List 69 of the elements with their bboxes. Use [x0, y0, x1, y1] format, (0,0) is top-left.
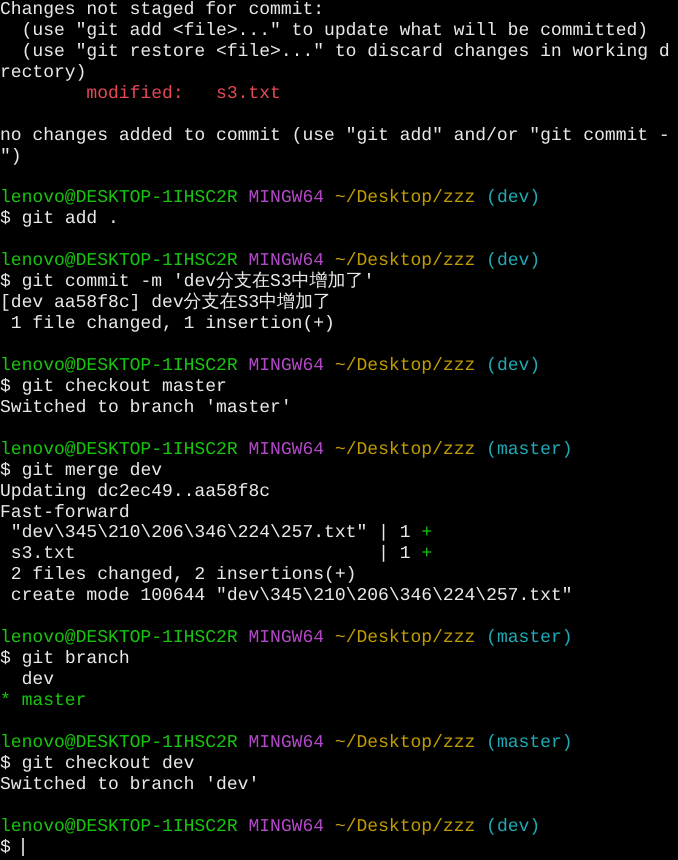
- git-branch: (dev): [486, 188, 540, 208]
- shell-name: MINGW64: [248, 251, 324, 272]
- git-branch: (dev): [486, 251, 540, 272]
- git-branch: (dev): [486, 356, 540, 376]
- insertion-mark: +: [421, 523, 432, 544]
- prompt-symbol: $: [0, 376, 11, 397]
- output-line: Switched to branch 'dev': [0, 774, 260, 795]
- user-host: lenovo@DESKTOP-1IHSC2R: [0, 816, 238, 837]
- shell-name: MINGW64: [248, 356, 324, 376]
- prompt-symbol: $: [0, 460, 11, 481]
- branch-name: dev: [22, 670, 54, 690]
- current-path: ~/Desktop/zzz: [334, 251, 476, 272]
- prompt-symbol: $: [0, 649, 11, 670]
- user-host: lenovo@DESKTOP-1IHSC2R: [0, 251, 238, 272]
- git-branch: (master): [486, 628, 573, 648]
- current-path: ~/Desktop/zzz: [334, 188, 476, 208]
- user-host: lenovo@DESKTOP-1IHSC2R: [0, 356, 238, 376]
- shell-name: MINGW64: [248, 816, 324, 837]
- current-path: ~/Desktop/zzz: [334, 816, 476, 837]
- shell-name: MINGW64: [248, 188, 324, 208]
- command-text: git commit -m 'dev分支在S3中增加了': [22, 272, 374, 292]
- prompt-symbol: $: [0, 838, 11, 858]
- file-name: s3.txt: [10, 544, 77, 566]
- git-branch: (master): [486, 732, 573, 753]
- text-cursor: [22, 838, 24, 856]
- prompt-symbol: $: [0, 754, 11, 774]
- change-count: 1: [400, 523, 410, 544]
- user-host: lenovo@DESKTOP-1IHSC2R: [0, 732, 238, 753]
- current-path: ~/Desktop/zzz: [334, 356, 476, 376]
- current-path: ~/Desktop/zzz: [334, 440, 476, 460]
- git-branch: (master): [486, 440, 573, 460]
- output-line: Fast-forward: [0, 502, 130, 522]
- output-line: rectory): [0, 62, 86, 83]
- file-name: s3.txt: [216, 84, 281, 104]
- command-text: git branch: [22, 649, 130, 670]
- output-line: (use "git add <file>..." to update what will be committed): [22, 20, 648, 41]
- shell-name: MINGW64: [248, 440, 324, 460]
- prompt-symbol: $: [0, 209, 11, 230]
- diff-separator: |: [378, 544, 389, 564]
- output-line: Updating dc2ec49..aa58f8c: [0, 482, 270, 502]
- user-host: lenovo@DESKTOP-1IHSC2R: [0, 188, 238, 208]
- user-host: lenovo@DESKTOP-1IHSC2R: [0, 628, 238, 648]
- git-branch: (dev): [486, 816, 540, 837]
- output-line: create mode 100644 "dev\345\210\206\346\224\257.txt": [10, 586, 572, 606]
- status-label: modified:: [86, 84, 185, 105]
- shell-name: MINGW64: [248, 732, 324, 753]
- output-line: [dev aa58f8c] dev分支在S3中增加了: [0, 293, 332, 314]
- branch-name: master: [22, 690, 86, 711]
- command-text: git add .: [22, 209, 119, 230]
- shell-name: MINGW64: [248, 628, 324, 648]
- current-branch-marker: *: [0, 690, 11, 711]
- output-line: 2 files changed, 2 insertions(+): [10, 565, 356, 586]
- current-path: ~/Desktop/zzz: [334, 732, 476, 753]
- command-text: git checkout master: [22, 376, 227, 397]
- output-line: (use "git restore <file>..." to discard changes in working d: [22, 42, 670, 62]
- output-line: "): [0, 146, 22, 167]
- change-count: 1: [400, 544, 410, 564]
- insertion-mark: +: [421, 544, 432, 564]
- file-name: "dev\345\210\206\346\224\257.txt": [10, 523, 368, 544]
- command-text: git checkout dev: [22, 754, 194, 774]
- output-line: 1 file changed, 1 insertion(+): [10, 314, 335, 334]
- prompt-symbol: $: [0, 272, 11, 292]
- diff-separator: |: [378, 523, 389, 544]
- output-line: Changes not staged for commit:: [0, 0, 324, 20]
- current-path: ~/Desktop/zzz: [334, 628, 476, 648]
- command-text: git merge dev: [22, 460, 162, 481]
- output-line: Switched to branch 'master': [0, 398, 292, 418]
- user-host: lenovo@DESKTOP-1IHSC2R: [0, 440, 238, 460]
- output-line: no changes added to commit (use "git add" and/or "git commit -: [0, 126, 670, 146]
